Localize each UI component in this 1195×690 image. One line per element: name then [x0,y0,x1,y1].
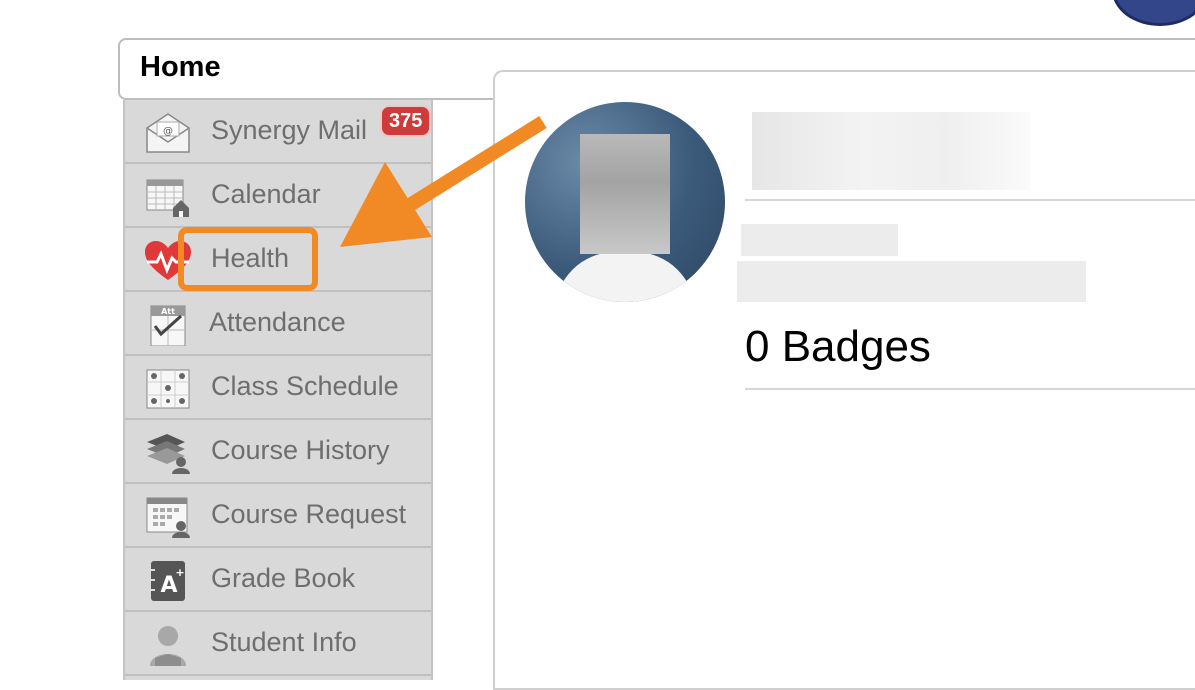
annotation-arrow [340,116,547,247]
